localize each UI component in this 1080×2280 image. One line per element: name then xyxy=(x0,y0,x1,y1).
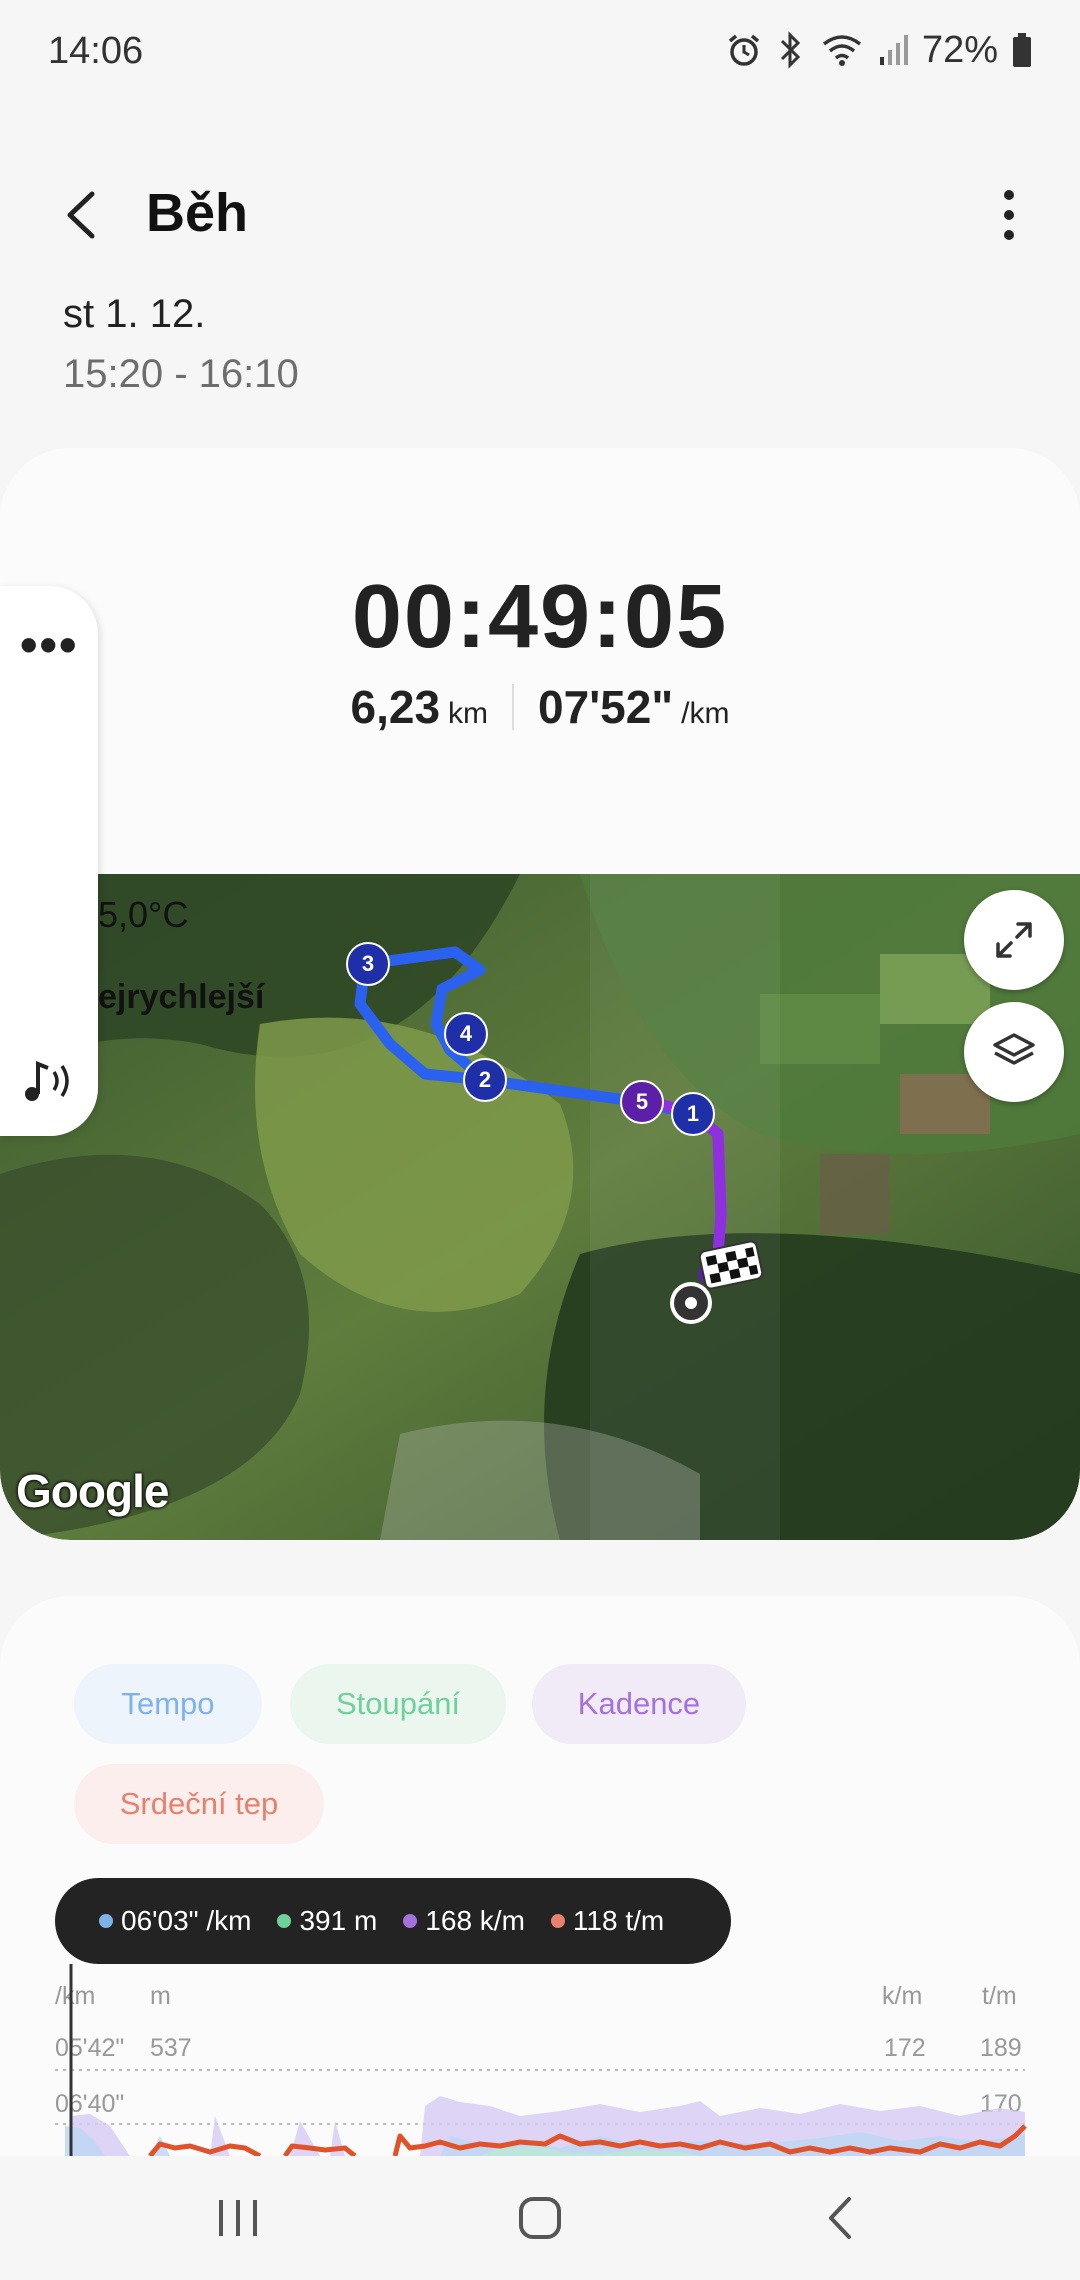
distance-unit: km xyxy=(448,697,489,730)
expand-map-button[interactable] xyxy=(964,890,1064,990)
page-title: Běh xyxy=(146,183,249,243)
pace-dot xyxy=(99,1914,113,1928)
satellite-map-image xyxy=(0,874,1080,1540)
start-point-icon xyxy=(666,1278,716,1333)
km-marker-5: 5 xyxy=(620,1080,664,1124)
back-button[interactable] xyxy=(48,180,118,250)
km-marker-1: 1 xyxy=(671,1092,715,1136)
cadence-dot xyxy=(403,1914,418,1928)
summary-stats: 6,23 km 07'52" /km xyxy=(0,680,1080,734)
layers-icon xyxy=(993,1033,1035,1065)
google-attribution: Google xyxy=(16,1465,169,1517)
chevron-left-icon xyxy=(67,191,95,239)
pace-unit: /km xyxy=(681,697,730,730)
session-date: st 1. 12. xyxy=(63,292,206,336)
route-map[interactable]: 1 2 3 4 5 5,0°C ejrychlejší Google xyxy=(0,874,1080,1540)
battery-percentage: 72% xyxy=(921,28,998,71)
workout-metrics-chart[interactable] xyxy=(0,1596,1080,2156)
chart-card: Tempo Stoupání Kadence Srdeční tep 06'03… xyxy=(0,1596,1080,2156)
session-time-range: 15:20 - 16:10 xyxy=(63,352,299,396)
recent-apps-button[interactable] xyxy=(198,2186,278,2250)
home-button[interactable] xyxy=(500,2186,580,2250)
bluetooth-icon xyxy=(780,31,801,69)
chart-tooltip: 06'03" /km 391 m 168 k/m 118 t/m xyxy=(55,1878,731,1964)
distance-value: 6,23 xyxy=(350,681,441,733)
chevron-left-icon xyxy=(829,2197,851,2239)
expand-icon xyxy=(996,922,1032,958)
recent-apps-icon xyxy=(219,2200,257,2236)
status-bar: 14:06 72% xyxy=(0,0,1080,100)
status-icons: 72% xyxy=(726,28,1032,72)
workout-duration: 00:49:05 xyxy=(351,567,729,667)
pace-value: 07'52" xyxy=(538,681,674,733)
nav-back-button[interactable] xyxy=(802,2186,882,2250)
tooltip-heart-rate: 118 t/m xyxy=(572,1905,665,1936)
app-bar: Běh xyxy=(0,160,1080,270)
wifi-icon xyxy=(822,35,862,66)
more-horizontal-icon[interactable]: ••• xyxy=(20,616,79,674)
weather-temperature: 5,0°C xyxy=(98,894,189,935)
heart-rate-dot xyxy=(550,1914,565,1928)
km-marker-4: 4 xyxy=(444,1012,488,1056)
signal-icon xyxy=(879,35,908,65)
fastest-section-label: ejrychlejší xyxy=(98,978,265,1016)
floating-side-panel[interactable]: ••• xyxy=(0,586,98,1136)
battery-icon xyxy=(1013,33,1031,67)
more-vertical-icon xyxy=(1004,190,1014,240)
status-time: 14:06 xyxy=(48,30,144,72)
alarm-icon xyxy=(728,34,760,66)
system-navigation-bar xyxy=(0,2156,1080,2280)
tooltip-pace: 06'03" /km xyxy=(121,1905,252,1936)
map-layers-button[interactable] xyxy=(964,1002,1064,1102)
tooltip-cadence: 168 k/m xyxy=(425,1905,525,1936)
summary-card: 00:49:05 6,23 km 07'52" /km 1 2 3 4 5 5,… xyxy=(0,448,1080,1540)
home-icon xyxy=(519,2197,561,2239)
tooltip-elevation: 391 m xyxy=(299,1905,378,1936)
km-marker-2: 2 xyxy=(463,1058,507,1102)
elevation-dot xyxy=(277,1914,292,1928)
more-options-button[interactable] xyxy=(974,180,1044,250)
stats-divider xyxy=(512,684,515,730)
audio-guide-icon[interactable] xyxy=(20,1056,80,1111)
km-marker-3: 3 xyxy=(346,942,390,986)
